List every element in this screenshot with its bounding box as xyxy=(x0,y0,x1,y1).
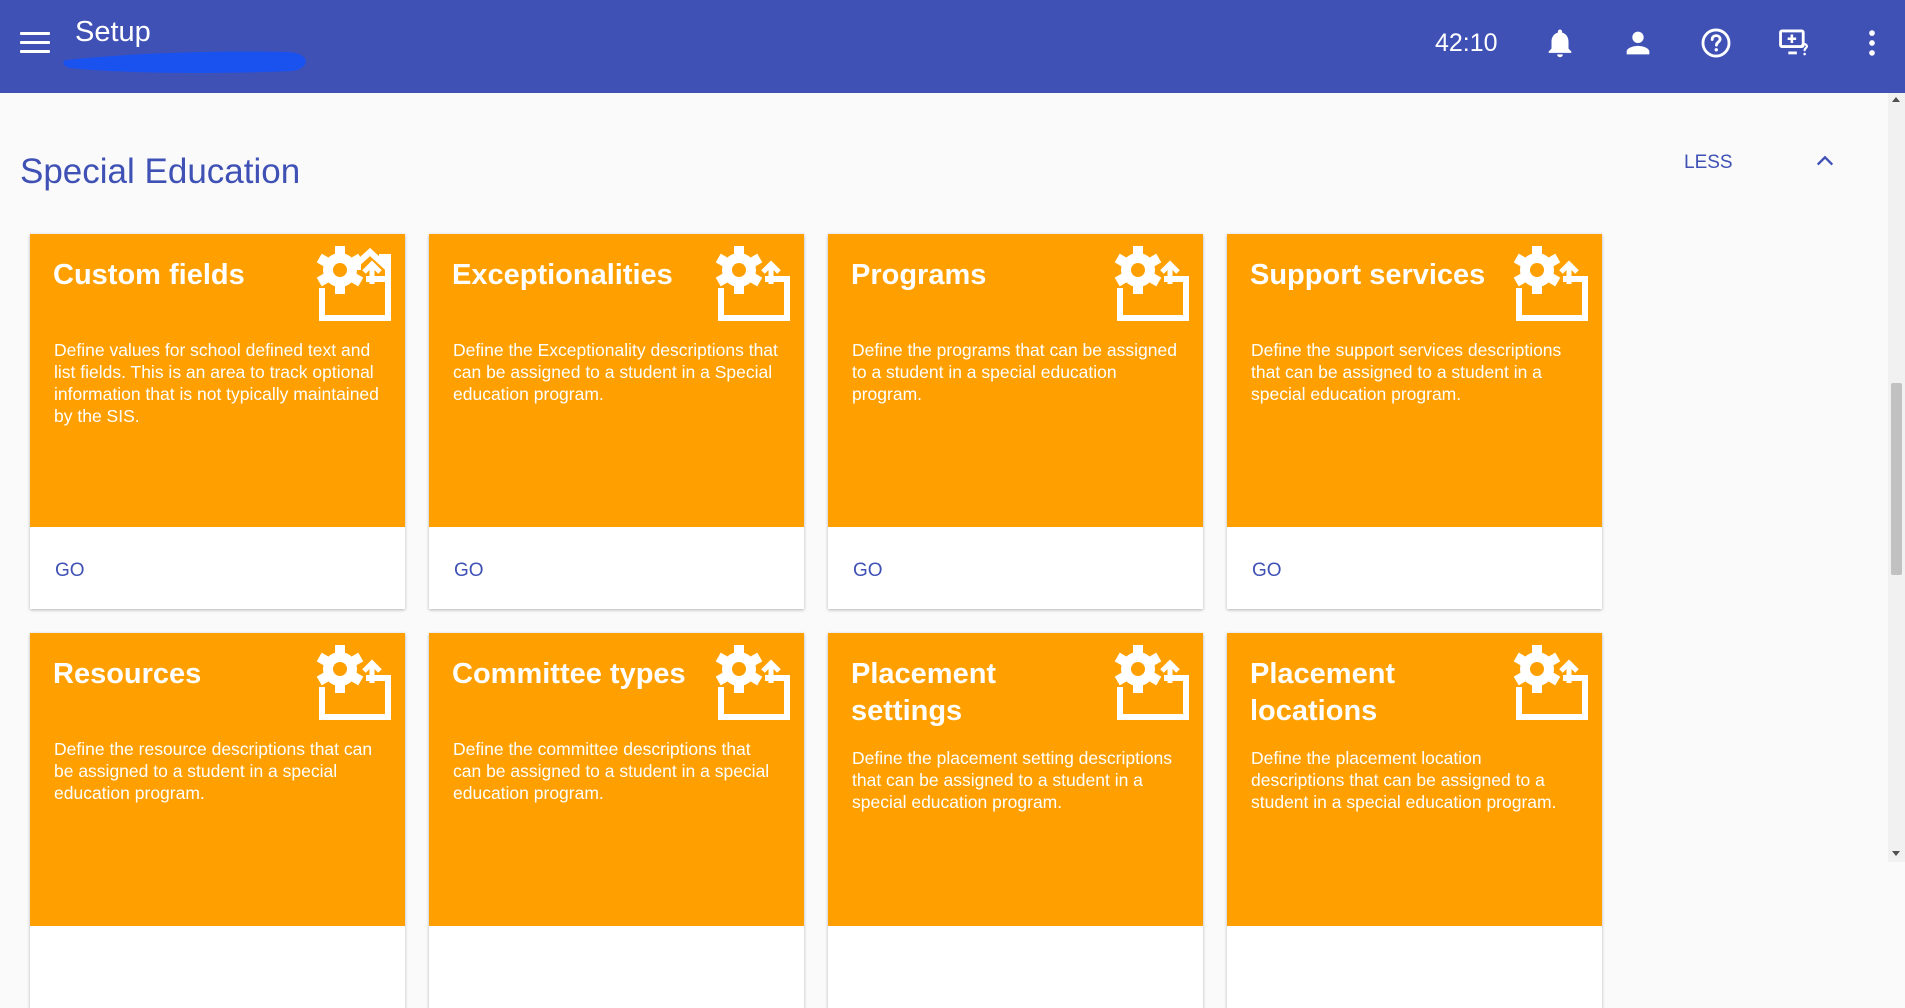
card-header: Placement settings Define the placement … xyxy=(828,633,1203,926)
account-icon[interactable] xyxy=(1621,26,1655,60)
scroll-up-arrow[interactable] xyxy=(1892,97,1900,102)
card-description: Define values for school defined text an… xyxy=(54,340,379,426)
card-header: Exceptionalities Define the Exceptionali… xyxy=(429,234,804,527)
more-vert-icon[interactable] xyxy=(1855,26,1889,60)
less-toggle-button[interactable]: LESS xyxy=(1680,148,1845,178)
card-title: Placement locations xyxy=(1250,658,1396,727)
menu-icon[interactable] xyxy=(20,32,50,56)
go-button[interactable]: GO xyxy=(45,556,95,586)
card-header: Placement locations Define the placement… xyxy=(1227,633,1602,926)
settings-folder-icon xyxy=(1511,244,1593,324)
go-button[interactable]: GO xyxy=(444,556,494,586)
remote-support-icon[interactable] xyxy=(1777,26,1811,60)
session-timer: 42:10 xyxy=(1435,29,1498,57)
card-title: Custom fields xyxy=(53,259,245,291)
app-bar: Setup 42:10 xyxy=(0,0,1905,93)
setup-card-support-services: Support services Define the support serv… xyxy=(1227,234,1602,609)
chevron-up-icon xyxy=(1816,155,1834,166)
app-title: Setup xyxy=(75,16,151,48)
scroll-thumb[interactable] xyxy=(1891,383,1902,575)
go-button[interactable]: GO xyxy=(843,556,893,586)
card-header: Custom fields Define values for school d… xyxy=(30,234,405,527)
card-title: Placement settings xyxy=(851,658,997,727)
setup-card-committee-types: Committee types Define the committee des… xyxy=(429,633,804,1008)
card-title: Exceptionalities xyxy=(452,259,673,291)
setup-card-placement-locations: Placement locations Define the placement… xyxy=(1227,633,1602,1008)
card-header: Support services Define the support serv… xyxy=(1227,234,1602,527)
card-title: Support services xyxy=(1250,259,1486,291)
setup-card-placement-settings: Placement settings Define the placement … xyxy=(828,633,1203,1008)
card-header: Resources Define the resource descriptio… xyxy=(30,633,405,926)
card-title: Programs xyxy=(851,259,987,291)
card-title: Resources xyxy=(53,658,202,690)
card-description: Define the programs that can be assigned… xyxy=(852,340,1177,404)
bell-icon[interactable] xyxy=(1543,26,1577,60)
card-title: Committee types xyxy=(452,658,686,690)
setup-card-resources: Resources Define the resource descriptio… xyxy=(30,633,405,1008)
settings-folder-icon xyxy=(1112,244,1194,324)
card-description: Define the committee descriptions that c… xyxy=(453,739,770,803)
card-description: Define the Exceptionality descriptions t… xyxy=(453,340,778,404)
card-header: Programs Define the programs that can be… xyxy=(828,234,1203,527)
setup-card-programs: Programs Define the programs that can be… xyxy=(828,234,1203,609)
card-description: Define the support services descriptions… xyxy=(1251,340,1562,404)
settings-folder-icon xyxy=(713,244,795,324)
section-title: Special Education xyxy=(20,152,301,191)
settings-folder-icon xyxy=(713,643,795,723)
go-button[interactable]: GO xyxy=(1242,556,1292,586)
help-icon[interactable] xyxy=(1699,26,1733,60)
settings-folder-icon xyxy=(314,244,396,324)
settings-folder-icon xyxy=(314,643,396,723)
scroll-down-arrow[interactable] xyxy=(1892,851,1900,856)
settings-folder-icon xyxy=(1112,643,1194,723)
setup-card-custom-fields: Custom fields Define values for school d… xyxy=(30,234,405,609)
card-header: Committee types Define the committee des… xyxy=(429,633,804,926)
less-label: LESS xyxy=(1684,152,1733,173)
card-description: Define the placement location descriptio… xyxy=(1251,748,1557,812)
card-description: Define the resource descriptions that ca… xyxy=(54,739,373,803)
setup-card-exceptionalities: Exceptionalities Define the Exceptionali… xyxy=(429,234,804,609)
redaction-mark xyxy=(63,51,306,73)
settings-folder-icon xyxy=(1511,643,1593,723)
card-description: Define the placement setting description… xyxy=(852,748,1173,812)
page-scrollbar[interactable] xyxy=(1888,93,1905,862)
